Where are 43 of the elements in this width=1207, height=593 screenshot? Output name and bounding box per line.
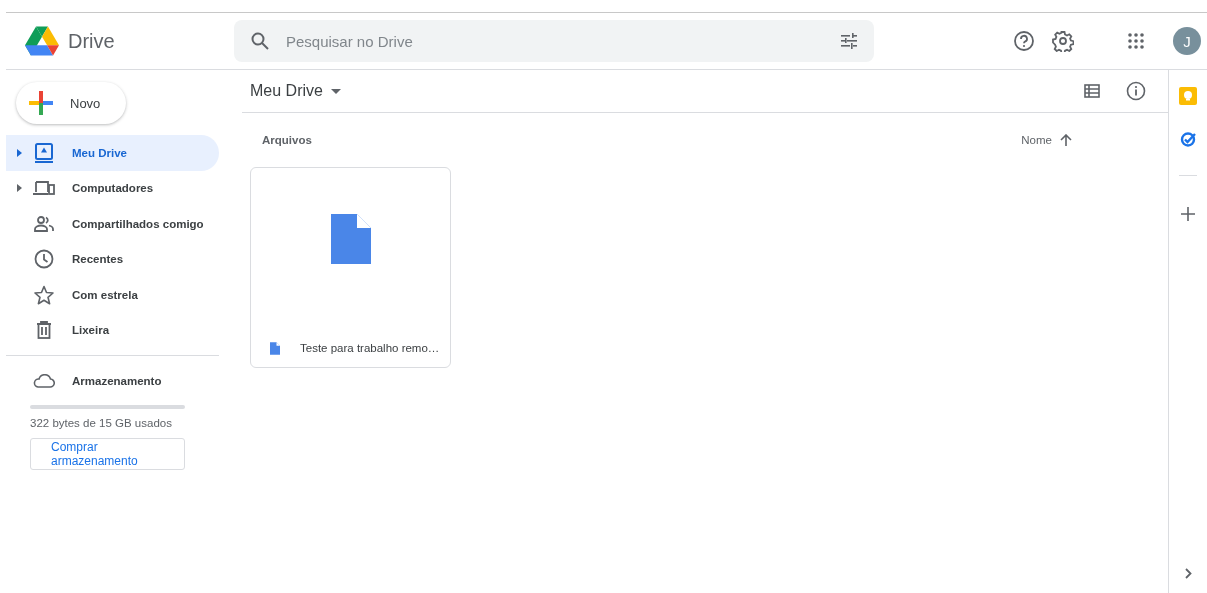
expand-arrow-icon[interactable] <box>17 148 23 157</box>
document-icon <box>330 213 371 264</box>
sort-arrow-icon <box>1060 134 1072 146</box>
buy-storage-button[interactable]: Comprar armazenamento <box>30 437 185 470</box>
sidebar-item[interactable]: Computadores <box>6 170 219 206</box>
sidebar-item[interactable]: Compartilhados comigo <box>6 206 219 242</box>
filter-icon[interactable] <box>840 32 858 50</box>
drive-folder-icon <box>35 142 53 163</box>
sidebar-item[interactable]: Com estrela <box>6 277 219 313</box>
folder-title-dropdown[interactable]: Meu Drive <box>242 82 341 100</box>
caret-icon <box>330 88 341 94</box>
list-view-icon[interactable] <box>1084 84 1100 98</box>
app-name: Drive <box>68 29 115 53</box>
sidebar-item[interactable]: Meu Drive <box>6 135 219 171</box>
star-icon <box>34 284 54 305</box>
search-icon <box>250 31 270 51</box>
help-icon[interactable] <box>1013 30 1035 52</box>
add-icon[interactable] <box>1181 207 1195 221</box>
sidebar-item[interactable]: Recentes <box>6 241 219 277</box>
clock-icon <box>34 249 54 270</box>
cloud-icon <box>33 373 55 388</box>
search-field[interactable]: Pesquisar no Drive <box>234 20 874 62</box>
file-name: Teste para trabalho remo… <box>300 342 440 354</box>
chevron-right-icon[interactable] <box>1184 568 1192 579</box>
apps-grid-icon[interactable] <box>1128 33 1144 49</box>
storage-item[interactable]: Armazenamento <box>6 363 219 399</box>
settings-icon[interactable] <box>1052 30 1074 52</box>
sidebar-item[interactable]: Lixeira <box>6 312 219 348</box>
computer-icon <box>33 180 55 197</box>
sort-button[interactable]: Nome <box>1015 133 1078 147</box>
storage-usage: 322 bytes de 15 GB usados <box>30 416 173 429</box>
plus-icon <box>28 90 54 116</box>
search-input[interactable]: Pesquisar no Drive <box>284 31 826 51</box>
people-icon <box>34 215 54 232</box>
info-icon[interactable] <box>1126 81 1146 101</box>
file-card[interactable]: Teste para trabalho remo… <box>250 167 451 368</box>
section-heading: Arquivos <box>262 134 312 146</box>
task-check-icon[interactable] <box>1180 131 1196 147</box>
document-icon <box>270 341 280 355</box>
new-button[interactable]: Novo <box>16 82 127 124</box>
trash-icon <box>36 321 52 340</box>
expand-arrow-icon[interactable] <box>17 184 23 193</box>
drive-logo-icon <box>25 26 59 56</box>
